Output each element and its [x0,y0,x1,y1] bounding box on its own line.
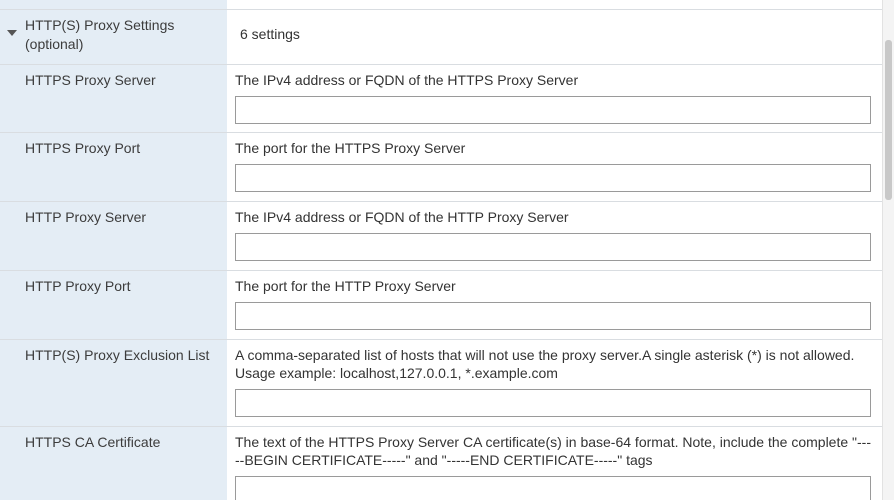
setting-label: HTTPS Proxy Server [25,72,156,88]
setting-row-proxy-exclusion-list: HTTP(S) Proxy Exclusion List A comma-sep… [0,340,882,427]
setting-description: The IPv4 address or FQDN of the HTTP Pro… [235,209,569,225]
setting-value-cell: The text of the HTTPS Proxy Server CA ce… [227,427,882,500]
https-ca-certificate-input[interactable] [235,476,871,500]
caret-down-icon[interactable] [7,30,17,36]
setting-label-cell: HTTP Proxy Port [0,271,227,339]
setting-label-cell: HTTPS Proxy Server [0,65,227,132]
setting-row-https-ca-certificate: HTTPS CA Certificate The text of the HTT… [0,427,882,500]
group-label-cell: HTTP(S) Proxy Settings (optional) [0,10,227,64]
setting-value-cell: The port for the HTTPS Proxy Server [227,133,882,201]
scrollbar-thumb[interactable] [885,40,892,200]
group-value-cell: 6 settings [227,10,882,64]
proxy-exclusion-list-input[interactable] [235,389,871,417]
http-proxy-port-input[interactable] [235,302,871,330]
setting-description: A comma-separated list of hosts that wil… [235,347,855,381]
setting-description: The port for the HTTP Proxy Server [235,278,456,294]
setting-value-cell: The port for the HTTP Proxy Server [227,271,882,339]
vertical-scrollbar[interactable] [882,0,894,500]
setting-label-cell: HTTP(S) Proxy Exclusion List [0,340,227,426]
setting-description: The text of the HTTPS Proxy Server CA ce… [235,434,871,468]
group-title: HTTP(S) Proxy Settings (optional) [25,17,175,52]
setting-label: HTTP(S) Proxy Exclusion List [25,347,210,363]
setting-label-cell: HTTPS CA Certificate [0,427,227,500]
group-header-row[interactable]: HTTP(S) Proxy Settings (optional) 6 sett… [0,10,882,65]
https-proxy-port-input[interactable] [235,164,871,192]
setting-label: HTTPS Proxy Port [25,140,141,156]
setting-row-http-proxy-server: HTTP Proxy Server The IPv4 address or FQ… [0,202,882,271]
settings-table: HTTP(S) Proxy Settings (optional) 6 sett… [0,10,882,500]
setting-value-cell: The IPv4 address or FQDN of the HTTP Pro… [227,202,882,270]
setting-row-https-proxy-server: HTTPS Proxy Server The IPv4 address or F… [0,65,882,133]
setting-value-cell: A comma-separated list of hosts that wil… [227,340,882,426]
setting-row-https-proxy-port: HTTPS Proxy Port The port for the HTTPS … [0,133,882,202]
group-summary: 6 settings [240,26,300,42]
setting-description: The port for the HTTPS Proxy Server [235,140,466,156]
setting-value-cell: The IPv4 address or FQDN of the HTTPS Pr… [227,65,882,132]
previous-row-edge [0,0,882,10]
setting-description: The IPv4 address or FQDN of the HTTPS Pr… [235,72,579,88]
setting-label: HTTPS CA Certificate [25,434,161,450]
setting-label-cell: HTTP Proxy Server [0,202,227,270]
setting-label: HTTP Proxy Server [25,209,147,225]
setting-row-http-proxy-port: HTTP Proxy Port The port for the HTTP Pr… [0,271,882,340]
proxy-settings-page: HTTP(S) Proxy Settings (optional) 6 sett… [0,0,894,500]
setting-label: HTTP Proxy Port [25,278,131,294]
setting-label-cell: HTTPS Proxy Port [0,133,227,201]
http-proxy-server-input[interactable] [235,233,871,261]
https-proxy-server-input[interactable] [235,96,871,124]
